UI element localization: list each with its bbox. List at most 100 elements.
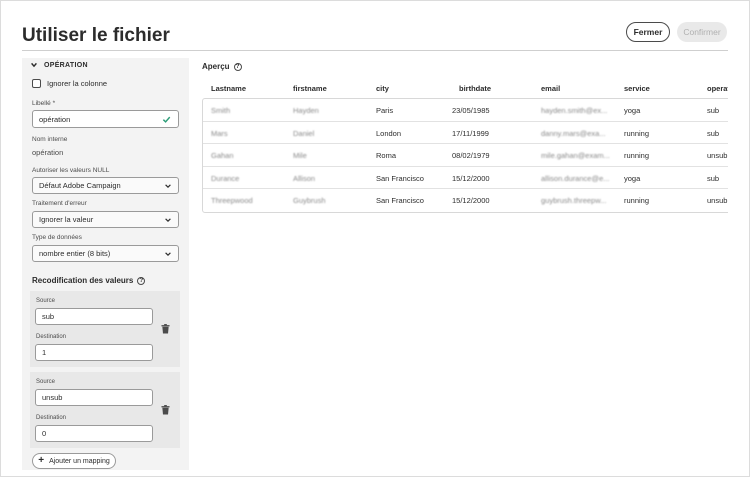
section-toggle[interactable]: OPÉRATION (30, 61, 88, 69)
libelle-input[interactable]: opération (32, 110, 179, 128)
mapping-card: Source unsub Destination 0 (30, 372, 180, 448)
cell-operation: sub (707, 173, 720, 183)
column-header[interactable]: Lastname (211, 84, 246, 93)
source-value: sub (42, 312, 55, 321)
destination-input[interactable]: 0 (35, 425, 153, 442)
table-body: Smith Hayden Paris 23/05/1985 hayden.smi… (202, 98, 728, 213)
cell-firstname: Daniel (293, 128, 315, 138)
cell-birthdate: 15/12/2000 (452, 173, 490, 183)
mapping-card: Source sub Destination 1 (30, 291, 180, 367)
cell-birthdate: 15/12/2000 (452, 196, 490, 205)
type-dropdown[interactable]: nombre entier (8 bits) (32, 245, 179, 262)
chevron-down-icon (165, 252, 171, 257)
chevron-down-icon (31, 62, 37, 68)
close-button[interactable]: Fermer (626, 22, 670, 42)
cell-city: Roma (376, 151, 397, 160)
column-header[interactable]: service (624, 84, 650, 93)
type-label: Type de données (32, 234, 82, 241)
cell-city: Paris (376, 106, 394, 115)
cell-lastname: Threepwood (211, 196, 253, 205)
preview-title: Aperçu ? (202, 62, 242, 71)
cell-city: London (376, 128, 402, 138)
table-row: Durance Allison San Francisco 15/12/2000… (203, 167, 728, 189)
cell-firstname: Allison (293, 173, 316, 183)
cell-lastname: Smith (211, 106, 231, 115)
source-value: unsub (42, 393, 63, 402)
cell-service: running (624, 128, 650, 138)
null-dropdown[interactable]: Défaut Adobe Campaign (32, 177, 179, 194)
checkmark-icon (162, 116, 171, 123)
cell-email: guybrush.threepw... (541, 196, 607, 205)
confirm-button[interactable]: Confirmer (677, 22, 727, 42)
recod-title-text: Recodification des valeurs (32, 276, 134, 285)
destination-value: 1 (42, 348, 47, 357)
ignore-column-label: Ignorer la colonne (47, 79, 108, 88)
chevron-down-icon (165, 184, 171, 189)
source-input[interactable]: sub (35, 308, 153, 325)
cell-service: running (624, 151, 650, 160)
cell-firstname: Hayden (293, 106, 319, 115)
destination-label: Destination (36, 415, 67, 421)
preview-table: Lastname firstname city birthdate email … (202, 78, 728, 213)
cell-lastname: Durance (211, 173, 240, 183)
cell-birthdate: 23/05/1985 (452, 106, 490, 115)
cell-operation: sub (707, 106, 720, 115)
table-row: Threepwood Guybrush San Francisco 15/12/… (203, 189, 728, 212)
error-dropdown[interactable]: Ignorer la valeur (32, 211, 179, 228)
nom-interne-value: opération (32, 148, 64, 157)
cell-service: yoga (624, 106, 641, 115)
nom-interne-label: Nom interne (32, 136, 68, 143)
cell-email: hayden.smith@ex... (541, 106, 608, 115)
ignore-column-row[interactable]: Ignorer la colonne (32, 79, 107, 88)
cell-email: mile.gahan@exam... (541, 151, 610, 160)
destination-label: Destination (36, 334, 67, 340)
title-divider (22, 50, 728, 51)
source-label: Source (36, 298, 56, 304)
table-row: Mars Daniel London 17/11/1999 danny.mars… (203, 122, 728, 144)
page-title: Utiliser le fichier (22, 25, 170, 46)
add-mapping-button[interactable]: + Ajouter un mapping (32, 453, 116, 469)
table-row: Gahan Mile Roma 08/02/1979 mile.gahan@ex… (203, 144, 728, 167)
info-icon[interactable]: ? (137, 276, 146, 285)
cell-email: danny.mars@exa... (541, 128, 606, 138)
recod-title: Recodification des valeurs ? (32, 276, 146, 285)
trash-icon[interactable] (161, 405, 170, 415)
preview-title-text: Aperçu (202, 62, 230, 71)
operation-panel: OPÉRATION Ignorer la colonne Libellé * o… (22, 58, 189, 470)
cell-operation: sub (707, 128, 720, 138)
cell-service: running (624, 196, 650, 205)
table-header: Lastname firstname city birthdate email … (202, 78, 728, 98)
column-header[interactable]: birthdate (459, 84, 491, 93)
cell-lastname: Gahan (211, 151, 234, 160)
destination-value: 0 (42, 429, 47, 438)
trash-icon[interactable] (161, 324, 170, 334)
chevron-down-icon (165, 218, 171, 223)
ignore-column-checkbox[interactable] (32, 79, 41, 88)
cell-operation: unsub (707, 151, 728, 160)
cell-firstname: Guybrush (293, 196, 326, 205)
libelle-value: opération (39, 114, 71, 124)
libelle-label: Libellé * (32, 100, 56, 107)
cell-birthdate: 08/02/1979 (452, 151, 490, 160)
info-icon[interactable]: ? (233, 62, 242, 71)
error-value: Ignorer la valeur (39, 215, 94, 224)
destination-input[interactable]: 1 (35, 344, 153, 361)
cell-city: San Francisco (376, 196, 424, 205)
section-label: OPÉRATION (44, 61, 88, 69)
error-label: Traitement d'erreur (32, 200, 87, 207)
column-header[interactable]: operation (707, 84, 728, 93)
column-header[interactable]: email (541, 84, 560, 93)
cell-operation: unsub (707, 196, 728, 205)
cell-firstname: Mile (293, 151, 307, 160)
source-label: Source (36, 379, 56, 385)
source-input[interactable]: unsub (35, 389, 153, 406)
cell-service: yoga (624, 173, 641, 183)
column-header[interactable]: city (376, 84, 389, 93)
column-header[interactable]: firstname (293, 84, 327, 93)
cell-birthdate: 17/11/1999 (452, 128, 489, 138)
cell-lastname: Mars (211, 128, 228, 138)
cell-email: allison.durance@e... (541, 173, 610, 183)
add-mapping-label: Ajouter un mapping (49, 457, 110, 465)
plus-icon: + (38, 455, 45, 466)
null-value: Défaut Adobe Campaign (39, 181, 121, 190)
